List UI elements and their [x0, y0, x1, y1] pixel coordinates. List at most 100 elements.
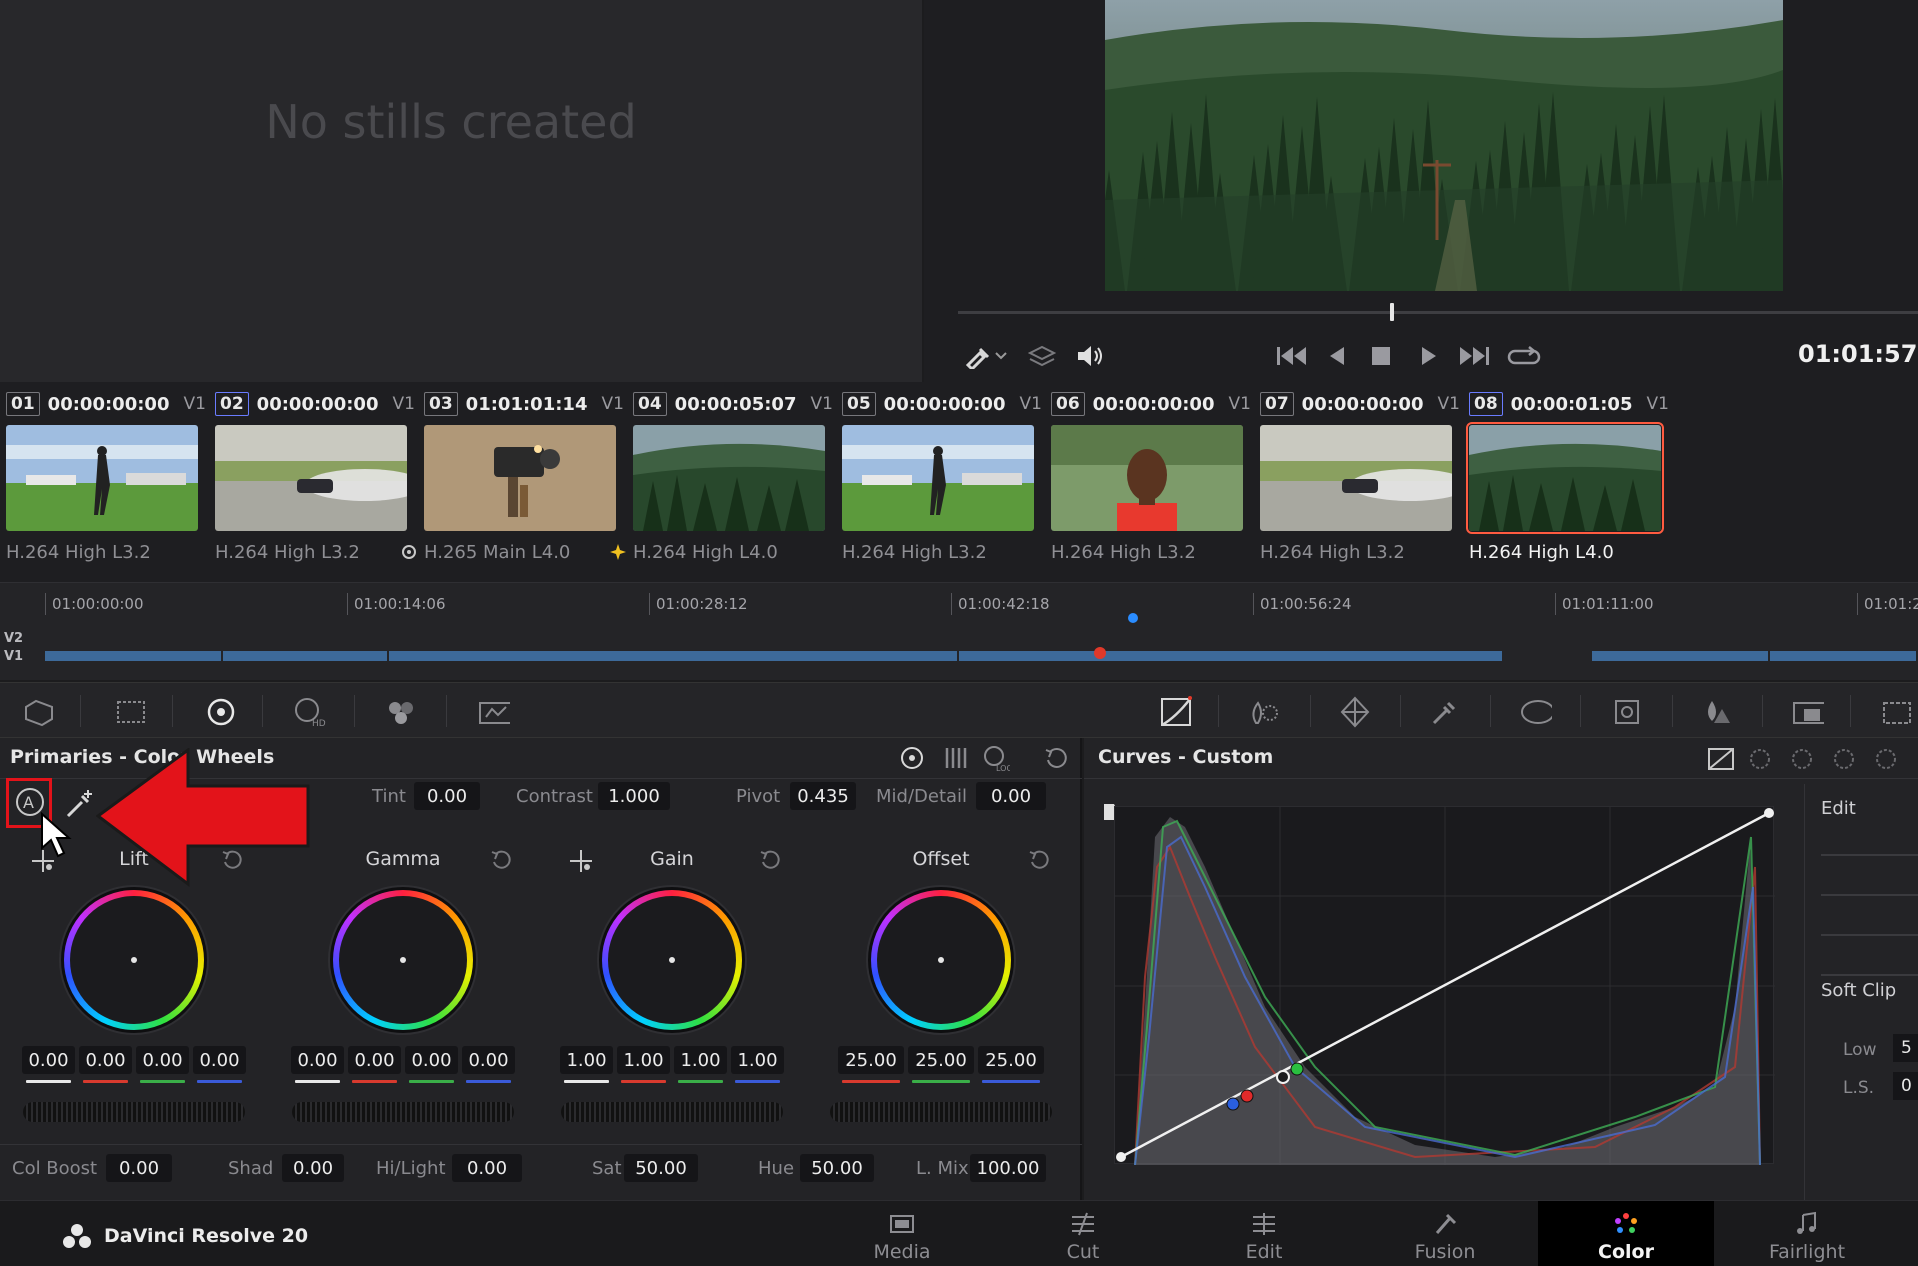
wheel-value[interactable]: 0.00: [79, 1046, 132, 1074]
timeline-clip[interactable]: [45, 651, 223, 661]
timeline-clip[interactable]: [223, 651, 389, 661]
viewer-playhead[interactable]: [1390, 303, 1394, 321]
control-value[interactable]: 0.00: [976, 782, 1046, 810]
color-warper-button[interactable]: [1246, 695, 1280, 729]
hue-vs-lum-button[interactable]: [1830, 746, 1858, 772]
wheel-value[interactable]: 0.00: [405, 1046, 458, 1074]
page-tab-edit[interactable]: Edit: [1176, 1201, 1352, 1266]
wheel-value[interactable]: 0.00: [462, 1046, 515, 1074]
wheel-value[interactable]: 25.00: [838, 1046, 904, 1074]
ls-value[interactable]: 0: [1893, 1072, 1918, 1100]
control-value[interactable]: 100.00: [970, 1154, 1046, 1182]
low-value[interactable]: 5: [1893, 1034, 1918, 1062]
wheel-handle[interactable]: [938, 957, 944, 963]
wheel-value[interactable]: 1.00: [560, 1046, 613, 1074]
hdr-wheels-button[interactable]: HDR: [292, 695, 326, 729]
clip-thumbnail[interactable]: [424, 425, 616, 531]
control-value[interactable]: 0.00: [282, 1154, 344, 1182]
master-wheel-jog[interactable]: [830, 1102, 1052, 1122]
curve-graph[interactable]: [1114, 806, 1775, 1166]
clip-thumbnail[interactable]: [633, 425, 825, 531]
viewer-scrub-bar[interactable]: [958, 311, 1918, 314]
page-tab-color[interactable]: Color: [1538, 1201, 1714, 1266]
go-to-start-button[interactable]: [1272, 340, 1312, 372]
tracker-button[interactable]: [1610, 695, 1644, 729]
hue-vs-hue-button[interactable]: [1746, 746, 1774, 772]
wheel-reset-button[interactable]: [1027, 848, 1051, 872]
wheel-disc[interactable]: [333, 890, 473, 1030]
control-value[interactable]: 0.00: [452, 1154, 522, 1182]
wheel-disc[interactable]: [64, 890, 204, 1030]
wheel-value[interactable]: 1.00: [617, 1046, 670, 1074]
clip-02[interactable]: 02 00:00:00:00 V1 H.264 High L3.2: [209, 382, 415, 572]
sizing-button[interactable]: [1878, 695, 1912, 729]
wheel-value[interactable]: 0.00: [22, 1046, 75, 1074]
wheel-value[interactable]: 25.00: [908, 1046, 974, 1074]
color-wheel-gain[interactable]: [597, 885, 747, 1035]
curve-view-button[interactable]: [1706, 746, 1736, 772]
control-value[interactable]: 0.435: [790, 782, 856, 810]
primaries-wheels-button[interactable]: [204, 695, 238, 729]
timeline-clip[interactable]: [389, 651, 959, 661]
bars-mode-button[interactable]: [942, 744, 970, 772]
clip-thumbnail[interactable]: [842, 425, 1034, 531]
timeline-clip[interactable]: [1592, 651, 1770, 661]
wheel-reset-button[interactable]: [489, 848, 513, 872]
picker-dropdown[interactable]: [958, 340, 1014, 372]
video-preview[interactable]: [1105, 0, 1783, 291]
play-button[interactable]: [1412, 340, 1446, 372]
v2-marker[interactable]: [1128, 613, 1138, 623]
wheel-disc[interactable]: [871, 890, 1011, 1030]
hue-vs-sat-button[interactable]: [1788, 746, 1816, 772]
lum-vs-sat-button[interactable]: [1872, 746, 1900, 772]
color-match-button[interactable]: [114, 695, 148, 729]
control-value[interactable]: 50.00: [800, 1154, 874, 1182]
qualifier-button[interactable]: [1338, 695, 1372, 729]
page-tab-fairlight[interactable]: Fairlight: [1719, 1201, 1895, 1266]
rgb-mixer-button[interactable]: [384, 695, 418, 729]
key-button[interactable]: [1790, 695, 1824, 729]
curves-button[interactable]: [1158, 695, 1192, 729]
page-tab-media[interactable]: Media: [814, 1201, 990, 1266]
loop-button[interactable]: [1504, 340, 1544, 372]
playhead-marker[interactable]: [1094, 647, 1106, 659]
wheel-value[interactable]: 0.00: [136, 1046, 189, 1074]
control-value[interactable]: 0.00: [106, 1154, 172, 1182]
clip-thumbnail[interactable]: [1466, 422, 1664, 534]
control-value[interactable]: 50.00: [624, 1154, 698, 1182]
eyedropper-tool-button[interactable]: [1428, 695, 1462, 729]
clip-03[interactable]: 03 01:01:01:14 V1 H.265 Main L4.0: [402, 382, 624, 572]
wheel-disc[interactable]: [602, 890, 742, 1030]
master-wheel-jog[interactable]: [292, 1102, 514, 1122]
go-to-end-button[interactable]: [1454, 340, 1494, 372]
clip-08[interactable]: 08 00:00:01:05 V1 H.264 High L4.0: [1463, 382, 1669, 572]
wheel-value[interactable]: 0.00: [193, 1046, 246, 1074]
clip-thumbnail[interactable]: [6, 425, 198, 531]
control-value[interactable]: 0.00: [414, 782, 480, 810]
clip-06[interactable]: 06 00:00:00:00 V1 H.264 High L3.2: [1045, 382, 1251, 572]
page-tab-fusion[interactable]: Fusion: [1357, 1201, 1533, 1266]
wheel-reset-button[interactable]: [758, 848, 782, 872]
clip-07[interactable]: 07 00:00:00:00 V1 H.264 High L3.2: [1254, 382, 1460, 572]
clip-01[interactable]: 01 00:00:00:00 V1 H.264 High L3.2: [0, 382, 206, 572]
clip-thumbnail[interactable]: [215, 425, 407, 531]
play-reverse-button[interactable]: [1320, 340, 1354, 372]
clip-thumbnail[interactable]: [1260, 425, 1452, 531]
timeline-clip[interactable]: [1770, 651, 1918, 661]
blur-button[interactable]: [1700, 695, 1734, 729]
timeline-clip[interactable]: [959, 651, 1504, 661]
page-tab-cut[interactable]: Cut: [995, 1201, 1171, 1266]
control-value[interactable]: 1.000: [598, 782, 670, 810]
wheel-value[interactable]: 25.00: [978, 1046, 1044, 1074]
stop-button[interactable]: [1364, 340, 1398, 372]
mini-timeline[interactable]: 01:00:00:00 01:00:14:06 01:00:28:12 01:00:4…: [0, 582, 1918, 680]
wheel-picker-button[interactable]: [568, 848, 594, 874]
wheel-handle[interactable]: [400, 957, 406, 963]
wheel-value[interactable]: 0.00: [291, 1046, 344, 1074]
reset-all-button[interactable]: [1042, 744, 1070, 772]
color-wheel-gamma[interactable]: [328, 885, 478, 1035]
color-wheel-lift[interactable]: [59, 885, 209, 1035]
clip-05[interactable]: 05 00:00:00:00 V1 H.264 High L3.2: [836, 382, 1042, 572]
window-button[interactable]: [1518, 695, 1552, 729]
color-wheel-offset[interactable]: [866, 885, 1016, 1035]
